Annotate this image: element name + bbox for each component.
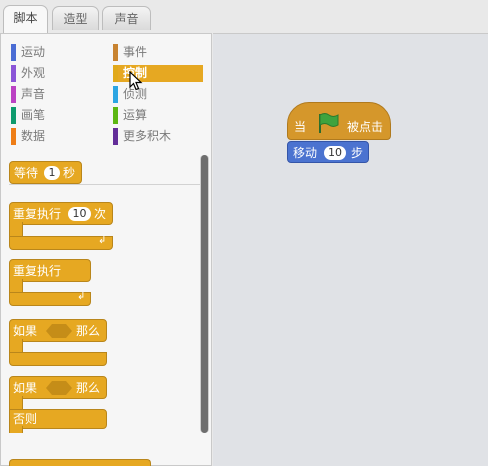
- category-label: 更多积木: [123, 129, 172, 143]
- category-data[interactable]: 数据: [11, 128, 101, 145]
- block-text: 重复执行: [13, 207, 62, 221]
- category-events[interactable]: 事件: [113, 44, 203, 61]
- category-color-bar: [11, 65, 16, 82]
- block-text: 否则: [13, 412, 38, 426]
- category-color-bar: [113, 107, 118, 124]
- mouse-cursor-icon: [129, 71, 143, 91]
- category-operators[interactable]: 运算: [113, 107, 203, 124]
- category-color-bar: [113, 65, 118, 82]
- green-flag-icon: [319, 113, 339, 133]
- category-label: 数据: [21, 129, 46, 143]
- control-blocks-list: 等待 1 秒 重复执行 10 次 ↲ 重复执行 ↲ 如果 那么 如果 那么 否则: [0, 152, 200, 433]
- tab-costumes[interactable]: 造型: [52, 6, 99, 30]
- category-color-bar: [113, 86, 118, 103]
- partial-block[interactable]: [9, 459, 151, 466]
- repeat-count-input[interactable]: 10: [68, 207, 91, 221]
- block-text: 那么: [76, 381, 101, 395]
- category-color-bar: [11, 107, 16, 124]
- block-text: 如果: [13, 381, 38, 395]
- palette-scrollbar[interactable]: [200, 155, 209, 433]
- category-color-bar: [11, 44, 16, 61]
- category-motion[interactable]: 运动: [11, 44, 101, 61]
- move-steps-block[interactable]: 移动 10 步: [287, 141, 369, 163]
- block-text: 那么: [76, 324, 101, 338]
- loop-arrow-icon: ↲: [77, 291, 86, 302]
- tab-scripts[interactable]: 脚本: [3, 5, 48, 33]
- tab-label: 声音: [114, 12, 139, 26]
- block-text: 被点击: [347, 120, 384, 134]
- category-label: 声音: [21, 87, 46, 101]
- category-more-blocks[interactable]: 更多积木: [113, 128, 203, 145]
- category-pen[interactable]: 画笔: [11, 107, 101, 124]
- category-color-bar: [11, 128, 16, 145]
- category-sensing[interactable]: 侦测: [113, 86, 203, 103]
- block-text: 当: [294, 120, 307, 134]
- wait-seconds-input[interactable]: 1: [44, 166, 60, 180]
- editor-tabs: 脚本 造型 声音: [0, 0, 488, 34]
- block-text: 等待: [14, 166, 39, 180]
- category-looks[interactable]: 外观: [11, 65, 101, 82]
- category-color-bar: [113, 128, 118, 145]
- block-text: 如果: [13, 324, 38, 338]
- category-color-bar: [113, 44, 118, 61]
- tab-label: 造型: [63, 12, 88, 26]
- script-area[interactable]: 当 被点击 移动 10 步: [213, 33, 488, 466]
- loop-arrow-icon: ↲: [98, 235, 107, 246]
- block-text: 移动: [293, 146, 318, 160]
- category-label: 画笔: [21, 108, 46, 122]
- tab-sounds[interactable]: 声音: [102, 6, 151, 30]
- category-control[interactable]: 控制: [113, 65, 203, 82]
- scrollbar-thumb[interactable]: [201, 155, 208, 433]
- block-text: 次: [94, 207, 107, 221]
- move-steps-input[interactable]: 10: [324, 146, 346, 160]
- block-text: 秒: [63, 166, 76, 180]
- category-label: 运动: [21, 45, 46, 59]
- tab-label: 脚本: [13, 11, 38, 25]
- category-label: 事件: [123, 45, 148, 59]
- category-color-bar: [11, 86, 16, 103]
- category-sound[interactable]: 声音: [11, 86, 101, 103]
- if-else-block-arm: [9, 426, 23, 433]
- category-label: 运算: [123, 108, 148, 122]
- block-text: 重复执行: [13, 264, 62, 278]
- category-label: 外观: [21, 66, 46, 80]
- wait-block[interactable]: 等待 1 秒: [9, 161, 82, 184]
- block-text: 步: [351, 146, 364, 160]
- if-block-bottom: [9, 352, 107, 366]
